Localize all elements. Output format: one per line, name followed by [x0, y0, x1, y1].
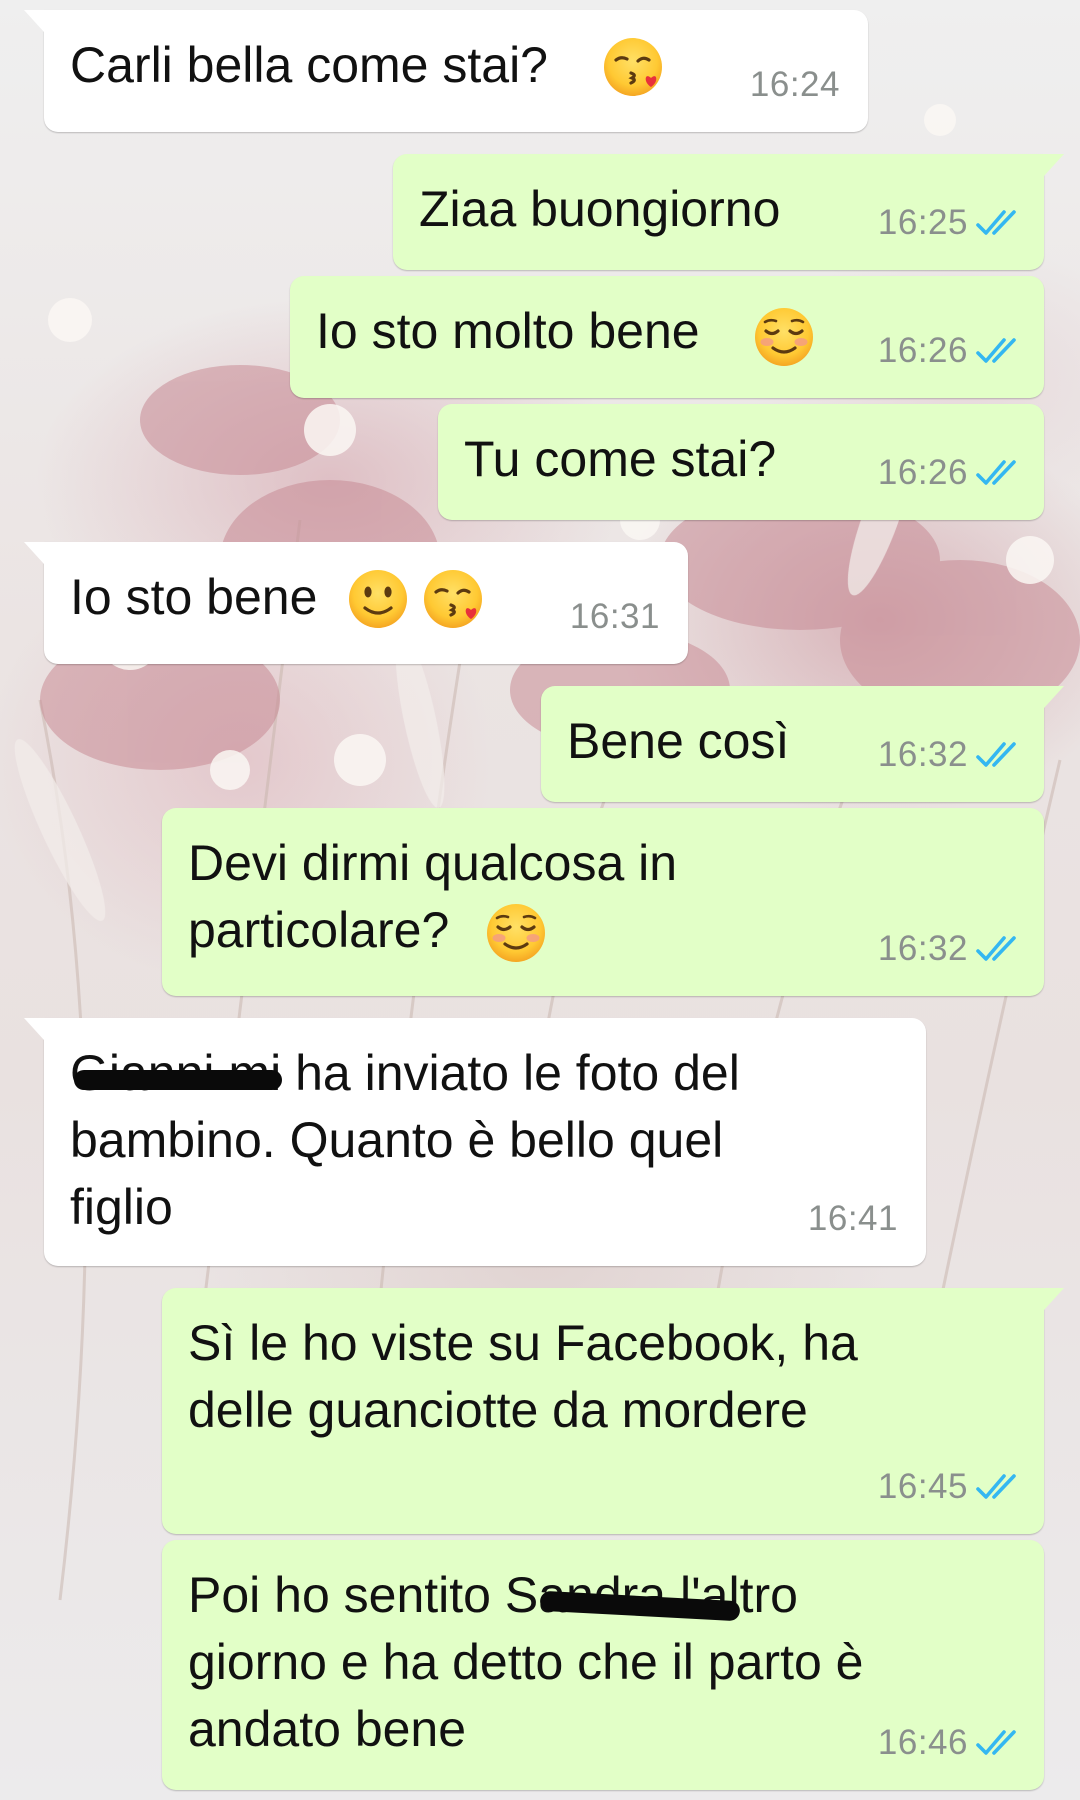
message-bubble-outgoing[interactable]: Tu come stai? 16:26 — [438, 404, 1044, 520]
read-receipt-icon — [976, 458, 1022, 488]
smiling-blush-emoji-icon — [483, 900, 549, 966]
message-bubble-outgoing[interactable]: Poi ho sentito Sandra l'altro giorno e h… — [162, 1540, 1044, 1790]
read-receipt-icon — [976, 208, 1022, 238]
message-bubble-outgoing[interactable]: Ziaa buongiorno 16:25 — [393, 154, 1064, 270]
message-text: Sì le ho viste su Facebook, ha delle gua… — [188, 1315, 858, 1438]
read-receipt-icon — [976, 740, 1022, 770]
read-receipt-icon — [976, 1472, 1022, 1502]
slight-smile-emoji-icon — [345, 566, 411, 632]
message-timestamp: 16:31 — [569, 597, 660, 636]
redaction-mark — [74, 1070, 282, 1090]
kissing-heart-emoji-icon — [421, 566, 487, 632]
message-bubble-outgoing[interactable]: Devi dirmi qualcosa in particolare? 16:3… — [162, 808, 1044, 996]
message-timestamp: 16:45 — [877, 1467, 968, 1506]
message-bubble-incoming[interactable]: Carli bella come stai? 16:24 — [24, 10, 868, 132]
message-timestamp: 16:26 — [877, 453, 968, 492]
message-timestamp: 16:25 — [877, 203, 968, 242]
message-bubble-incoming[interactable]: Io sto bene 16:31 — [24, 542, 688, 664]
smiling-blush-emoji-icon — [751, 304, 817, 370]
message-timestamp: 16:24 — [749, 65, 840, 104]
message-bubble-outgoing[interactable]: Bene così 16:32 — [541, 686, 1064, 802]
message-timestamp: 16:41 — [807, 1199, 898, 1238]
message-bubble-incoming[interactable]: Gianni mi ha inviato le foto del bambino… — [24, 1018, 926, 1266]
message-timestamp: 16:32 — [877, 929, 968, 968]
message-timestamp: 16:32 — [877, 735, 968, 774]
read-receipt-icon — [976, 1728, 1022, 1758]
read-receipt-icon — [976, 934, 1022, 964]
message-timestamp: 16:46 — [877, 1723, 968, 1762]
message-text: Carli bella come stai? — [70, 37, 548, 93]
message-bubble-outgoing[interactable]: Sì le ho viste su Facebook, ha delle gua… — [162, 1288, 1064, 1534]
message-bubble-outgoing[interactable]: Io sto molto bene 16:26 — [290, 276, 1044, 398]
message-timestamp: 16:26 — [877, 331, 968, 370]
read-receipt-icon — [976, 336, 1022, 366]
chat-thread: Carli bella come stai? 16:24 Ziaa buongi… — [0, 0, 1080, 1800]
kissing-heart-emoji-icon — [601, 34, 667, 100]
